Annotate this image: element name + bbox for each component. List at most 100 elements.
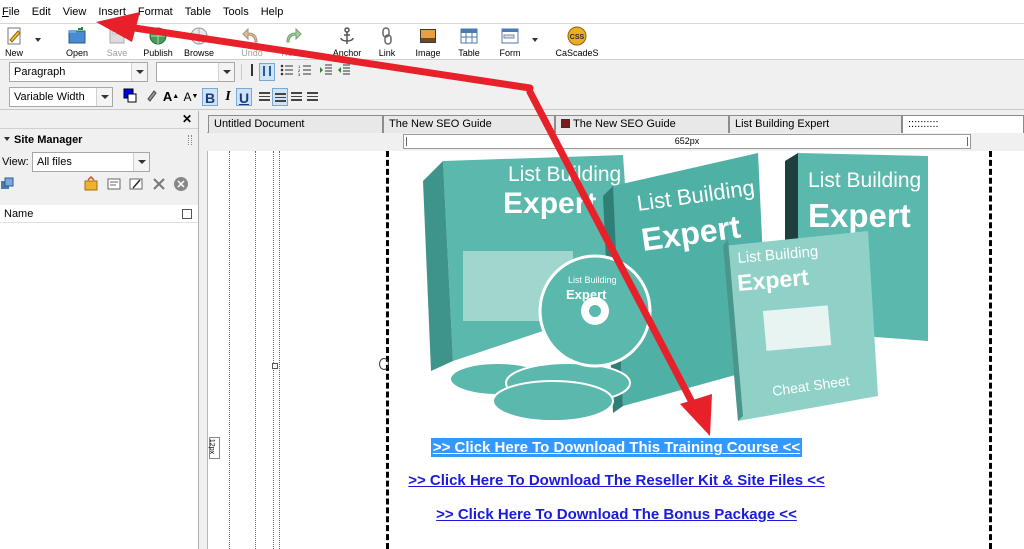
italic-button[interactable]: I: [220, 88, 236, 106]
save-button[interactable]: Save: [104, 25, 130, 59]
underline-button[interactable]: U: [236, 88, 252, 106]
document-icon: [561, 119, 570, 128]
align-right-icon: [290, 92, 302, 101]
training-course-link-row: >> Click Here To Download This Training …: [208, 438, 1024, 457]
menu-table[interactable]: Table: [180, 0, 218, 24]
editor-canvas[interactable]: 12px List Building Expert List Building …: [207, 151, 1024, 549]
margin-guide: [279, 151, 280, 549]
menu-insert[interactable]: Insert: [93, 0, 133, 24]
outdent-button[interactable]: [318, 63, 334, 81]
column-picker-icon[interactable]: [182, 209, 192, 219]
indent-button[interactable]: [336, 63, 352, 81]
table-border-right: [989, 151, 992, 549]
box-right-title-2: Expert: [808, 197, 911, 234]
chevron-down-icon: [96, 88, 112, 106]
image-picture-icon: [420, 29, 436, 43]
close-icon[interactable]: ✕: [182, 112, 192, 126]
align-center-button[interactable]: [272, 88, 288, 106]
download-reseller-kit-link[interactable]: >> Click Here To Download The Reseller K…: [408, 472, 825, 489]
menu-tools[interactable]: Tools: [218, 0, 256, 24]
increase-font-button[interactable]: A▲: [162, 88, 180, 106]
menu-view[interactable]: View: [58, 0, 94, 24]
new-button[interactable]: New: [2, 25, 26, 59]
stop-icon[interactable]: [173, 176, 189, 192]
cascades-button[interactable]: CSS CaScadeS: [555, 25, 599, 59]
decrease-font-button[interactable]: A▼: [182, 88, 200, 106]
save-disk-icon: [109, 28, 125, 44]
product-bundle-image[interactable]: List Building Expert List Building Exper…: [423, 151, 928, 423]
browse-button[interactable]: Browse: [184, 25, 214, 59]
arrows-vertical-icon: [251, 64, 253, 76]
tab-seo-guide-2[interactable]: The New SEO Guide: [555, 115, 729, 133]
highlight-button[interactable]: [143, 88, 159, 106]
new-dropdown-icon[interactable]: [35, 38, 41, 42]
link-button[interactable]: Link: [376, 25, 398, 59]
publish-button[interactable]: Publish: [142, 25, 174, 59]
paragraph-format-select[interactable]: Paragraph: [9, 62, 148, 82]
open-folder-icon: [68, 27, 86, 44]
refresh-folder-icon[interactable]: [83, 176, 99, 192]
site-manager-panel: ✕ Site Manager View: All files Name: [0, 111, 199, 549]
paragraph-direction-button[interactable]: [244, 63, 260, 81]
text-color-button[interactable]: [122, 88, 138, 106]
tab-seo-guide-1[interactable]: The New SEO Guide: [383, 115, 555, 133]
redo-arrow-icon: [286, 27, 302, 43]
bullet-list-icon: [280, 64, 293, 76]
site-view-select[interactable]: All files: [32, 152, 150, 172]
undo-button[interactable]: Undo: [238, 25, 266, 59]
caret-up-icon: ▲: [172, 93, 180, 100]
align-left-button[interactable]: [256, 88, 272, 106]
chevron-down-icon: [131, 63, 147, 81]
bold-button[interactable]: B: [202, 88, 218, 106]
site-manager-title[interactable]: Site Manager: [0, 129, 198, 151]
anchor-icon: [340, 27, 354, 44]
anchor-button[interactable]: Anchor: [331, 25, 363, 59]
color-swatch-icon: [123, 88, 137, 103]
publish-globe-icon: [149, 27, 167, 45]
document-tabs: Untitled Document The New SEO Guide The …: [207, 113, 1024, 133]
form-button[interactable]: Form: [497, 25, 523, 59]
table-button[interactable]: Table: [456, 25, 482, 59]
font-select[interactable]: [156, 62, 235, 82]
cell-move-handle[interactable]: [379, 358, 389, 370]
resize-handle[interactable]: [272, 363, 278, 369]
justify-button[interactable]: [304, 88, 320, 106]
new-document-icon: [7, 27, 21, 45]
menu-format[interactable]: Format: [133, 0, 180, 24]
numbered-list-button[interactable]: 123: [297, 63, 313, 81]
tab-list-building-expert[interactable]: List Building Expert: [729, 115, 902, 133]
form-dropdown-icon[interactable]: [532, 38, 538, 42]
paragraph-spacing-button[interactable]: [259, 63, 275, 81]
margin-guide: [255, 151, 256, 549]
grip-icon[interactable]: [188, 135, 192, 145]
tab-untitled-document[interactable]: Untitled Document: [208, 115, 383, 133]
delete-icon[interactable]: [151, 176, 167, 192]
redo-button[interactable]: Redo: [278, 25, 306, 59]
brush-icon: [147, 90, 157, 102]
align-right-button[interactable]: [288, 88, 304, 106]
menu-file[interactable]: File: [0, 0, 27, 24]
menu-edit[interactable]: Edit: [27, 0, 58, 24]
format-toolbar-top: Paragraph 123: [0, 60, 1024, 85]
download-bonus-package-link[interactable]: >> Click Here To Download The Bonus Pack…: [436, 506, 797, 523]
margin-guide: [273, 151, 274, 549]
align-left-icon: [258, 92, 270, 101]
cd-title-1: List Building: [568, 275, 617, 285]
name-column-header[interactable]: Name: [0, 205, 198, 223]
menu-help[interactable]: Help: [256, 0, 291, 24]
width-select[interactable]: Variable Width: [9, 87, 113, 107]
undo-arrow-icon: [242, 27, 258, 43]
tab-active-document[interactable]: ::::::::::: [902, 115, 1024, 133]
svg-text:3: 3: [298, 72, 301, 77]
cd-title-2: Expert: [566, 287, 607, 302]
menu-bar: File Edit View Insert Format Table Tools…: [0, 0, 1024, 24]
edit-site-icon[interactable]: [106, 176, 122, 192]
sites-icon[interactable]: [0, 176, 16, 192]
site-tools-row: [0, 173, 198, 195]
open-button[interactable]: Open: [63, 25, 91, 59]
rename-icon[interactable]: [128, 176, 144, 192]
form-window-icon: [501, 28, 519, 44]
image-button[interactable]: Image: [413, 25, 443, 59]
download-training-course-link[interactable]: >> Click Here To Download This Training …: [430, 438, 803, 457]
bulleted-list-button[interactable]: [279, 63, 295, 81]
